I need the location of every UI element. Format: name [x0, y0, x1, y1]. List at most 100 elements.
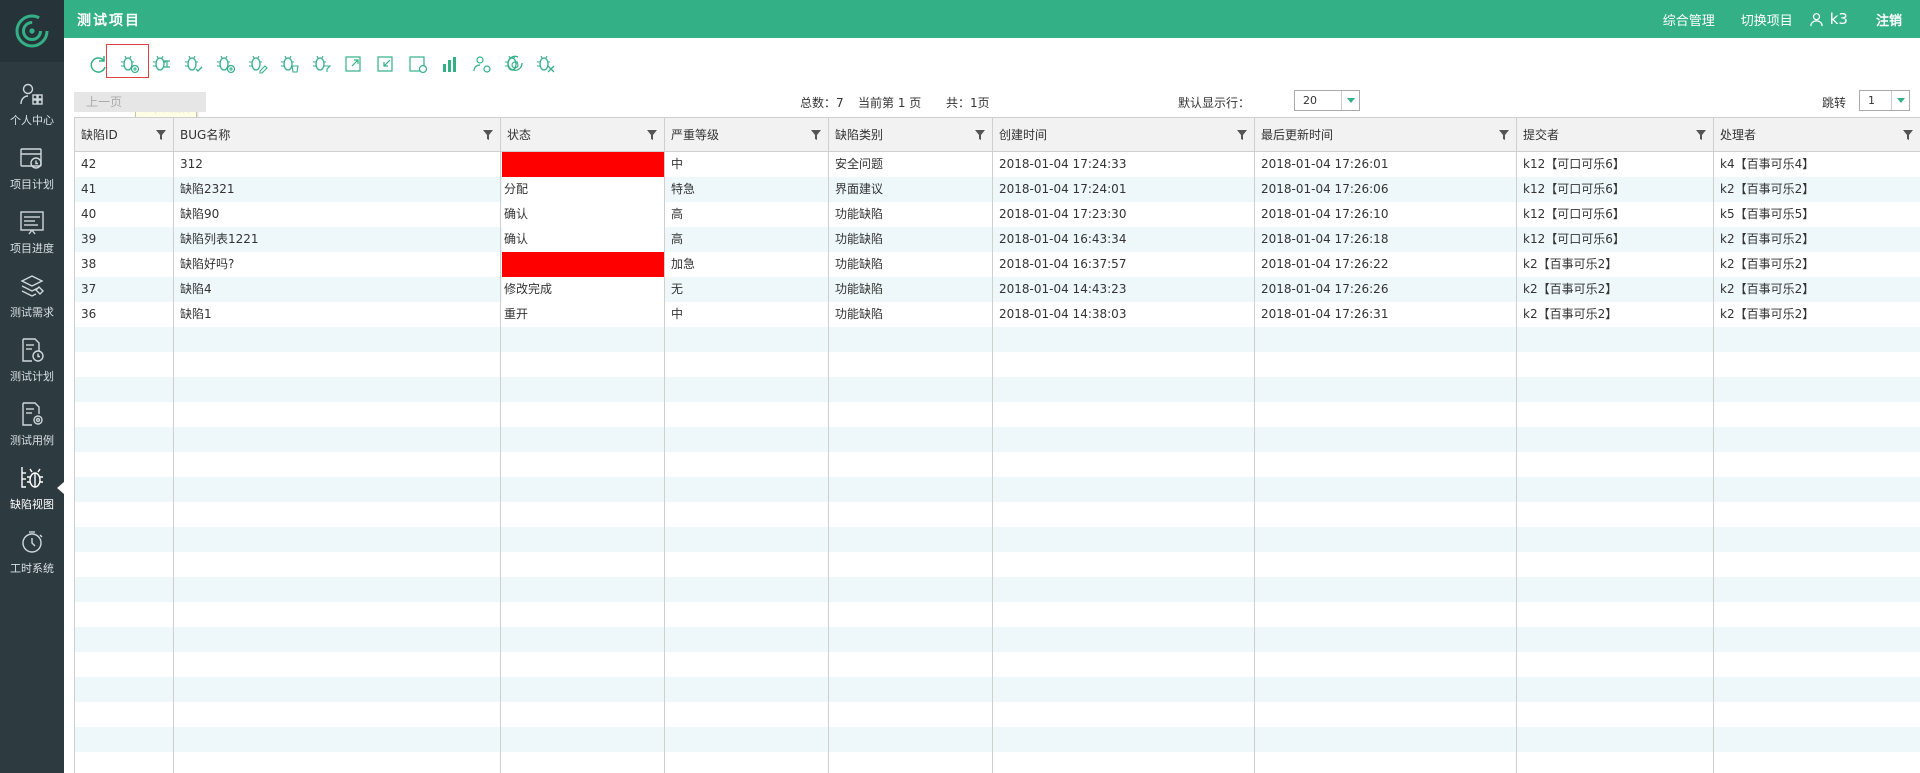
- sidebar-item-6[interactable]: 测试用例: [0, 392, 64, 456]
- toolbar-button-edit-bug[interactable]: [242, 52, 274, 76]
- toolbar-button-close-bug[interactable]: [530, 52, 562, 76]
- column-header-created[interactable]: 创建时间: [993, 118, 1255, 152]
- sidebar-item-3[interactable]: 项目进度: [0, 200, 64, 264]
- user-bug-icon: [473, 56, 491, 73]
- table-row[interactable]: 40 缺陷90 确认高 功能缺陷 2018-01-04 17:23:30 2018-01-…: [75, 202, 1920, 227]
- toolbar-button-export[interactable]: [338, 52, 370, 76]
- empty-row: [75, 377, 1920, 402]
- empty-row: [75, 752, 1920, 773]
- rows-per-page-value: 20: [1303, 94, 1317, 107]
- dropdown-arrow-icon: [1341, 91, 1359, 110]
- toolbar-button-user-bug[interactable]: [466, 52, 498, 76]
- status-cell: [502, 152, 665, 177]
- sidebar-item-label: 工时系统: [10, 561, 54, 575]
- column-header-updated[interactable]: 最后更新时间: [1255, 118, 1517, 152]
- filter-icon[interactable]: [1695, 129, 1707, 141]
- column-header-status[interactable]: 状态: [501, 118, 665, 152]
- cell-severity: 高: [671, 232, 684, 246]
- column-header-handler[interactable]: 处理者: [1714, 118, 1920, 152]
- toolbar-button-attach[interactable]: [402, 52, 434, 76]
- filter-icon[interactable]: [1236, 129, 1248, 141]
- column-divider: [828, 152, 829, 773]
- cell-updated: 2018-01-04 17:26:01: [1261, 157, 1389, 171]
- doc-clock-icon: [22, 337, 44, 362]
- sidebar-item-7[interactable]: 缺陷视图: [0, 456, 64, 520]
- cell-severity: 中: [671, 307, 684, 321]
- filter-icon[interactable]: [646, 129, 658, 141]
- sidebar-item-1[interactable]: 个人中心: [0, 72, 64, 136]
- status-cell: [502, 252, 665, 277]
- add-bug-icon: [217, 55, 236, 74]
- cell-updated: 2018-01-04 17:26:22: [1261, 257, 1389, 271]
- toolbar-button-import[interactable]: [370, 52, 402, 76]
- defect-table: 缺陷ID BUG名称 状态 严重等级 缺陷类别 创建时间 最后更新时间 提交者 处理者 42 31…: [74, 117, 1920, 773]
- sidebar-item-8[interactable]: 工时系统: [0, 520, 64, 584]
- column-header-severity[interactable]: 严重等级: [665, 118, 829, 152]
- toolbar-button-confirm[interactable]: [178, 52, 210, 76]
- table-row[interactable]: 36 缺陷1 重开中 功能缺陷 2018-01-04 14:38:03 2018-01-0…: [75, 302, 1920, 327]
- empty-row: [75, 652, 1920, 677]
- column-header-label: 缺陷类别: [835, 128, 884, 142]
- user-menu[interactable]: k3: [1809, 10, 1848, 28]
- filter-icon[interactable]: [974, 129, 986, 141]
- empty-row: [75, 527, 1920, 552]
- toolbar-button-filter-bug[interactable]: [306, 52, 338, 76]
- cell-submitter: k2【百事可乐2】: [1523, 307, 1618, 321]
- toolbar-button-reopen[interactable]: [498, 52, 530, 76]
- column-header-submitter[interactable]: 提交者: [1517, 118, 1714, 152]
- filter-icon[interactable]: [155, 129, 167, 141]
- column-header-category[interactable]: 缺陷类别: [829, 118, 993, 152]
- rows-per-page-select[interactable]: 20: [1294, 90, 1360, 111]
- empty-row: [75, 627, 1920, 652]
- empty-row: [75, 477, 1920, 502]
- filter-icon[interactable]: [1498, 129, 1510, 141]
- stopwatch-icon: [22, 530, 43, 553]
- column-divider: [1254, 152, 1255, 773]
- jump-label: 跳转: [1822, 96, 1847, 110]
- cell-submitter: k2【百事可乐2】: [1523, 282, 1618, 296]
- confirm-icon: [185, 55, 203, 72]
- stack-edit-icon: [20, 274, 44, 297]
- column-header-id[interactable]: 缺陷ID: [75, 118, 174, 152]
- cell-id: 42: [81, 157, 97, 171]
- toolbar-button-add-bug[interactable]: [210, 52, 242, 76]
- status-cell: 分配: [502, 177, 665, 202]
- toolbar-button-assign[interactable]: [146, 52, 178, 76]
- table-row[interactable]: 39 缺陷列表1221 确认高 功能缺陷 2018-01-04 16:43:34 2018…: [75, 227, 1920, 252]
- cell-submitter: k12【可口可乐6】: [1523, 182, 1625, 196]
- app-logo[interactable]: [0, 0, 64, 62]
- cell-submitter: k12【可口可乐6】: [1523, 232, 1625, 246]
- cell-severity: 加急: [671, 257, 696, 271]
- table-row[interactable]: 37 缺陷4 修改完成无 功能缺陷 2018-01-04 14:43:23 2018-01…: [75, 277, 1920, 302]
- switch-project-link[interactable]: 切换项目: [1741, 10, 1793, 29]
- filter-icon[interactable]: [810, 129, 822, 141]
- cell-id: 37: [81, 282, 97, 296]
- top-right-menu: 综合管理 切换项目 k3 注销: [1637, 0, 1902, 38]
- toolbar-button-chart[interactable]: [434, 52, 466, 76]
- progress-board-icon: [20, 210, 44, 234]
- filter-icon[interactable]: [1902, 129, 1914, 141]
- delete-bug-icon: [281, 55, 299, 73]
- column-header-name[interactable]: BUG名称: [174, 118, 501, 152]
- table-row[interactable]: 38 缺陷好吗? 加急 功能缺陷 2018-01-04 16:37:57 2018-01-…: [75, 252, 1920, 277]
- cell-created: 2018-01-04 14:43:23: [999, 282, 1127, 296]
- sidebar-item-4[interactable]: 测试需求: [0, 264, 64, 328]
- prev-page-button[interactable]: 上一页: [74, 92, 206, 112]
- empty-row: [75, 427, 1920, 452]
- logo-icon: [15, 14, 49, 48]
- admin-link[interactable]: 综合管理: [1663, 10, 1715, 29]
- logout-link[interactable]: 注销: [1876, 10, 1902, 29]
- jump-page-select[interactable]: 1: [1859, 90, 1910, 111]
- cell-updated: 2018-01-04 17:26:06: [1261, 182, 1389, 196]
- filter-icon[interactable]: [482, 129, 494, 141]
- total-count: 总数：7: [800, 96, 844, 110]
- sidebar-item-5[interactable]: 测试计划: [0, 328, 64, 392]
- default-rows-label: 默认显示行：: [1178, 96, 1251, 110]
- table-row[interactable]: 41 缺陷2321 分配 特急 界面建议 2018-01-04 17:24:01 2018-…: [75, 177, 1920, 202]
- sidebar-item-2[interactable]: 项目计划: [0, 136, 64, 200]
- status-cell: 重开: [502, 302, 665, 327]
- toolbar-button-delete-bug[interactable]: [274, 52, 306, 76]
- reopen-icon: [505, 55, 523, 71]
- table-row[interactable]: 42 312 中 安全问题 2018-01-04 17:24:33 2018-01-04 …: [75, 152, 1920, 177]
- cell-handler: k4【百事可乐4】: [1720, 157, 1815, 171]
